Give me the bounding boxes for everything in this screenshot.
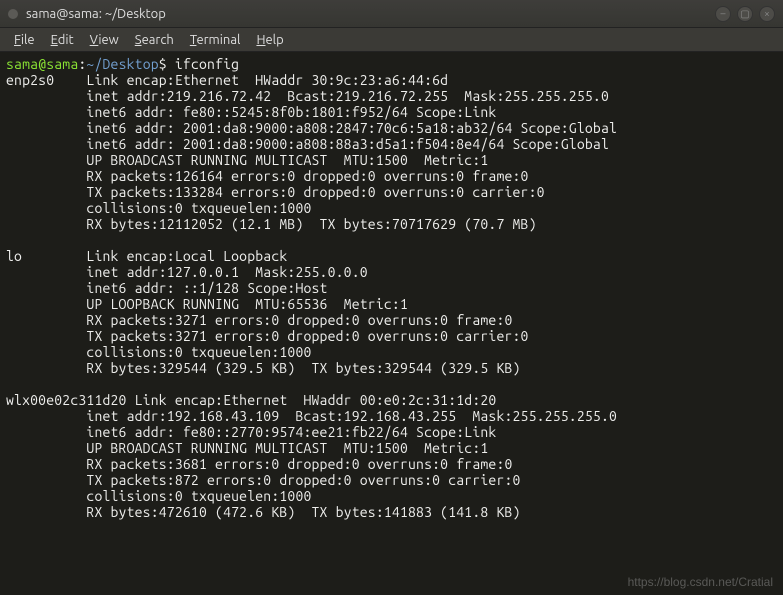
window-title: sama@sama: ~/Desktop (26, 7, 715, 21)
minimize-icon: – (721, 8, 726, 19)
command-text: ifconfig (175, 56, 239, 72)
prompt-dollar: $ (159, 56, 167, 72)
maximize-icon: ▢ (740, 8, 749, 20)
titlebar: sama@sama: ~/Desktop – ▢ × (0, 0, 783, 28)
menu-terminal[interactable]: Terminal (182, 31, 249, 49)
menu-edit[interactable]: Edit (43, 31, 82, 49)
prompt-userhost: sama@sama (6, 56, 78, 72)
minimize-button[interactable]: – (715, 6, 731, 22)
maximize-button[interactable]: ▢ (737, 6, 753, 22)
menu-view[interactable]: View (82, 31, 127, 49)
app-dot-icon (8, 9, 18, 19)
menu-file[interactable]: File (6, 31, 43, 49)
watermark: https://blog.csdn.net/Cratial (628, 575, 773, 589)
terminal-output: enp2s0 Link encap:Ethernet HWaddr 30:9c:… (6, 72, 617, 520)
menubar: File Edit View Search Terminal Help (0, 28, 783, 52)
menu-help[interactable]: Help (248, 31, 291, 49)
menu-search[interactable]: Search (127, 31, 182, 49)
close-button[interactable]: × (759, 6, 775, 22)
prompt-path: ~/Desktop (86, 56, 158, 72)
close-icon: × (764, 8, 770, 19)
terminal-body[interactable]: sama@sama:~/Desktop$ ifconfig enp2s0 Lin… (0, 52, 783, 595)
